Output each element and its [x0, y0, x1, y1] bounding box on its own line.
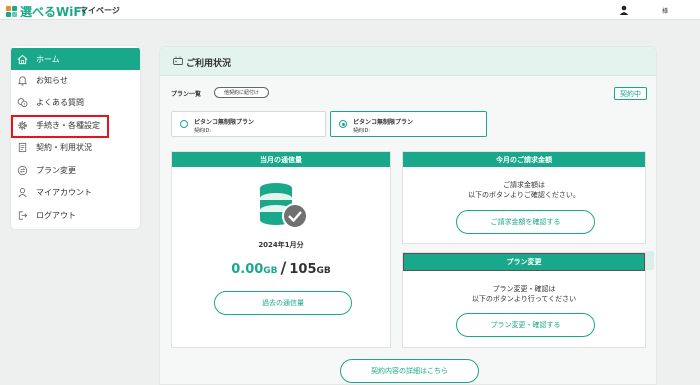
billing-text-1: ご請求金額は [503, 181, 545, 189]
sidebar-item-label: マイアカウント [36, 187, 92, 197]
sidebar-item-my-account[interactable]: マイアカウント [11, 181, 140, 203]
total-data: 105GB [289, 262, 331, 277]
bell-icon [17, 75, 28, 86]
sidebar-item-faq[interactable]: ? よくある質問 [11, 91, 140, 113]
plan-name: ピタンコ無制限プラン [194, 119, 255, 126]
billing-text-2: 以下のボタンよりご確認ください。 [468, 191, 580, 199]
used-data: 0.00GB [231, 262, 278, 277]
sidebar-item-logout[interactable]: ログアウト [11, 204, 140, 226]
plan-id: 契約ID: [194, 128, 212, 134]
scroll-edge [646, 251, 654, 270]
link-contract-pill[interactable]: 他契約に紐付け [214, 87, 269, 98]
usage-amount: 0.00GB / 105GB [172, 258, 390, 277]
main-header: ご利用状況 [160, 47, 656, 76]
plan-radio-selected[interactable] [339, 120, 347, 128]
contract-details-button[interactable]: 契約内容の詳細はこちら [340, 359, 479, 383]
sidebar-item-label: お知らせ [36, 75, 68, 85]
check-billing-button[interactable]: ご請求金額を確認する [456, 210, 595, 234]
page-title: ご利用状況 [186, 59, 232, 69]
router-icon [173, 56, 183, 65]
highlight-box [11, 115, 109, 138]
user-outline-icon [17, 187, 28, 198]
plan-change-box-title: プラン変更 [403, 253, 645, 271]
logo-text: 選べるWiFi [20, 5, 86, 19]
svg-text:?: ? [23, 102, 25, 106]
plan-change-text-2: 以下のボタンより行ってください [471, 295, 577, 303]
logout-icon [17, 210, 28, 221]
logo-mark-icon [6, 5, 18, 18]
plan-change-button[interactable]: プラン変更・確認する [456, 313, 595, 337]
sidebar-item-contract[interactable]: 契約・利用状況 [11, 136, 140, 158]
sidebar-item-label: よくある質問 [36, 97, 84, 107]
data-usage-icon [260, 183, 308, 229]
usage-separator: / [280, 258, 287, 277]
plan-list-label: プラン一覧 [171, 91, 202, 98]
sidebar-item-label: ログアウト [36, 210, 76, 220]
plan-change-text-1: プラン変更・確認は [492, 285, 556, 293]
user-name: 様 [662, 8, 669, 15]
usage-box-title: 当月の通信量 [172, 152, 390, 167]
plan-radio[interactable] [180, 120, 188, 128]
usage-month: 2024年1月分 [258, 241, 304, 249]
plan-card[interactable]: ピタンコ無制限プラン 契約ID: [171, 111, 326, 137]
sidebar-item-news[interactable]: お知らせ [11, 69, 140, 91]
plan-change-icon [17, 165, 28, 176]
faq-icon: ? [17, 97, 28, 108]
billing-box-title: 今月のご請求金額 [403, 152, 645, 167]
sidebar-item-label: 契約・利用状況 [36, 142, 92, 152]
mypage-label: マイページ [80, 6, 120, 15]
past-usage-button[interactable]: 過去の通信量 [214, 291, 352, 315]
top-header: 選べるWiFi マイページ 様 [0, 0, 700, 20]
sidebar-item-plan-change[interactable]: プラン変更 [11, 159, 140, 181]
user-icon[interactable] [619, 5, 629, 15]
plan-change-box: プラン変更 プラン変更・確認は 以下のボタンより行ってください プラン変更・確認… [402, 252, 646, 348]
logo[interactable]: 選べるWiFi [6, 3, 86, 20]
sidebar-item-label: ホーム [36, 54, 60, 64]
document-icon [17, 142, 28, 153]
sidebar-item-label: プラン変更 [36, 165, 76, 175]
plan-id: 契約ID: [353, 128, 371, 134]
contract-status-badge: 契約中 [614, 87, 647, 100]
plan-name: ピタンコ無制限プラン [353, 119, 414, 126]
plan-card-selected[interactable]: ピタンコ無制限プラン 契約ID: [330, 111, 487, 137]
billing-box: 今月のご請求金額 ご請求金額は 以下のボタンよりご確認ください。 ご請求金額を確… [402, 151, 646, 244]
usage-box: 当月の通信量 2024年1月分 0.00GB / 105GB 過去の通信量 [171, 151, 391, 348]
home-icon [17, 54, 28, 65]
sidebar-item-home[interactable]: ホーム [11, 48, 140, 70]
